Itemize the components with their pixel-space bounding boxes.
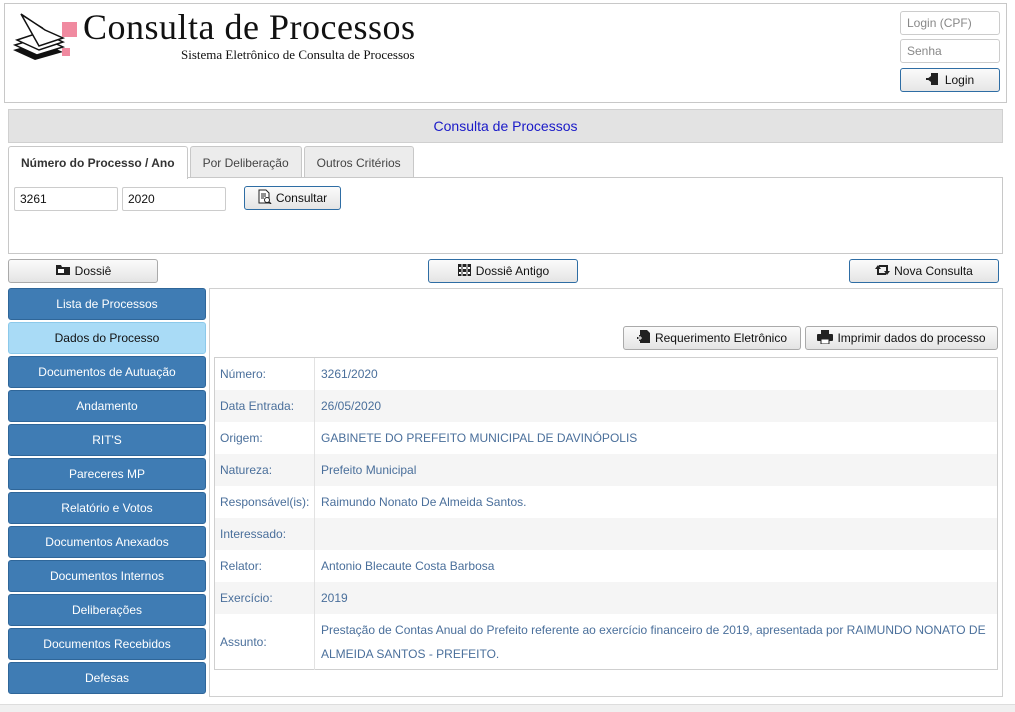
detail-label: Assunto: xyxy=(215,614,315,670)
detail-value: 3261/2020 xyxy=(321,367,378,381)
tab-numero-processo[interactable]: Número do Processo / Ano xyxy=(8,146,188,179)
detail-row-responsaveis: Responsável(is): Raimundo Nonato De Alme… xyxy=(215,486,997,518)
sidebar-item-dados-processo[interactable]: Dados do Processo xyxy=(8,322,206,354)
sidebar-item-deliberacoes[interactable]: Deliberações xyxy=(8,594,206,626)
detail-label: Interessado: xyxy=(215,518,315,550)
printer-icon xyxy=(817,329,834,347)
detail-value: Prestação de Contas Anual do Prefeito re… xyxy=(321,623,986,661)
sidebar-item-documentos-internos[interactable]: Documentos Internos xyxy=(8,560,206,592)
detail-label: Natureza: xyxy=(215,454,315,486)
detail-label: Exercício: xyxy=(215,582,315,614)
nova-consulta-button[interactable]: Nova Consulta xyxy=(849,259,999,283)
header: Consulta de Processos Sistema Eletrônico… xyxy=(4,3,1007,103)
tab-por-deliberacao[interactable]: Por Deliberação xyxy=(189,146,302,178)
sidebar-item-relatorio-votos[interactable]: Relatório e Votos xyxy=(8,492,206,524)
detail-row-natureza: Natureza: Prefeito Municipal xyxy=(215,454,997,486)
archive-icon xyxy=(457,263,472,280)
detail-row-data-entrada: Data Entrada: 26/05/2020 xyxy=(215,390,997,422)
requerimento-eletronico-button[interactable]: Requerimento Eletrônico xyxy=(623,326,801,350)
consultar-button[interactable]: Consultar xyxy=(244,186,341,210)
logo xyxy=(11,12,81,62)
sidebar-item-lista-processos[interactable]: Lista de Processos xyxy=(8,288,206,320)
dossie-button[interactable]: Dossiê xyxy=(8,259,158,283)
detail-row-exercicio: Exercício: 2019 xyxy=(215,582,997,614)
folder-icon xyxy=(55,263,71,279)
sidebar: Lista de Processos Dados do Processo Doc… xyxy=(8,288,206,696)
detail-value: Antonio Blecaute Costa Barbosa xyxy=(321,559,495,573)
app-title: Consulta de Processos xyxy=(83,7,416,47)
detail-value: Prefeito Municipal xyxy=(321,463,417,477)
search-panel: Consultar xyxy=(8,177,1003,254)
sidebar-item-defesas[interactable]: Defesas xyxy=(8,662,206,694)
detail-row-origem: Origem: GABINETE DO PREFEITO MUNICIPAL D… xyxy=(215,422,997,454)
process-number-input[interactable] xyxy=(14,187,118,211)
sidebar-item-rits[interactable]: RIT'S xyxy=(8,424,206,456)
imprimir-dados-button[interactable]: Imprimir dados do processo xyxy=(805,326,998,350)
sidebar-item-pareceres-mp[interactable]: Pareceres MP xyxy=(8,458,206,490)
detail-label: Responsável(is): xyxy=(215,486,315,518)
login-button[interactable]: Login xyxy=(900,68,1000,92)
login-button-label: Login xyxy=(944,73,975,87)
horizontal-scrollbar[interactable] xyxy=(0,704,1015,712)
detail-label: Data Entrada: xyxy=(215,390,315,422)
imprimir-label: Imprimir dados do processo xyxy=(837,331,986,345)
document-add-icon xyxy=(636,329,651,347)
page-title: Consulta de Processos xyxy=(8,109,1003,143)
detail-label: Relator: xyxy=(215,550,315,582)
sidebar-item-andamento[interactable]: Andamento xyxy=(8,390,206,422)
password-input[interactable] xyxy=(900,39,1000,63)
sidebar-item-documentos-autuacao[interactable]: Documentos de Autuação xyxy=(8,356,206,388)
refresh-icon xyxy=(875,264,891,279)
sidebar-item-documentos-recebidos[interactable]: Documentos Recebidos xyxy=(8,628,206,660)
login-door-icon xyxy=(925,72,940,89)
app-subtitle: Sistema Eletrônico de Consulta de Proces… xyxy=(181,47,415,62)
detail-row-interessado: Interessado: xyxy=(215,518,997,550)
detail-value: 26/05/2020 xyxy=(321,399,382,413)
dossie-label: Dossiê xyxy=(74,264,112,278)
dossie-antigo-label: Dossiê Antigo xyxy=(475,264,550,278)
tab-outros-criterios[interactable]: Outros Critérios xyxy=(303,146,414,178)
process-details-table: Número: 3261/2020 Data Entrada: 26/05/20… xyxy=(214,357,998,670)
detail-label: Origem: xyxy=(215,422,315,454)
process-year-input[interactable] xyxy=(122,187,226,211)
dossie-antigo-button[interactable]: Dossiê Antigo xyxy=(428,259,578,283)
detail-row-assunto: Assunto: Prestação de Contas Anual do Pr… xyxy=(215,614,997,670)
detail-row-numero: Número: 3261/2020 xyxy=(215,358,997,390)
detail-value: 2019 xyxy=(321,591,348,605)
requerimento-label: Requerimento Eletrônico xyxy=(654,331,788,345)
login-cpf-input[interactable] xyxy=(900,11,1000,35)
detail-row-relator: Relator: Antonio Blecaute Costa Barbosa xyxy=(215,550,997,582)
detail-value: Raimundo Nonato De Almeida Santos. xyxy=(321,495,527,509)
document-search-icon xyxy=(258,189,272,207)
sidebar-item-documentos-anexados[interactable]: Documentos Anexados xyxy=(8,526,206,558)
search-tabs: Número do Processo / Ano Por Deliberação… xyxy=(8,146,416,179)
nova-consulta-label: Nova Consulta xyxy=(894,264,973,278)
detail-value: GABINETE DO PREFEITO MUNICIPAL DE DAVINÓ… xyxy=(321,431,638,445)
consultar-label: Consultar xyxy=(275,191,328,205)
detail-label: Número: xyxy=(215,358,315,390)
process-details-panel: Requerimento Eletrônico Imprimir dados d… xyxy=(209,288,1003,697)
